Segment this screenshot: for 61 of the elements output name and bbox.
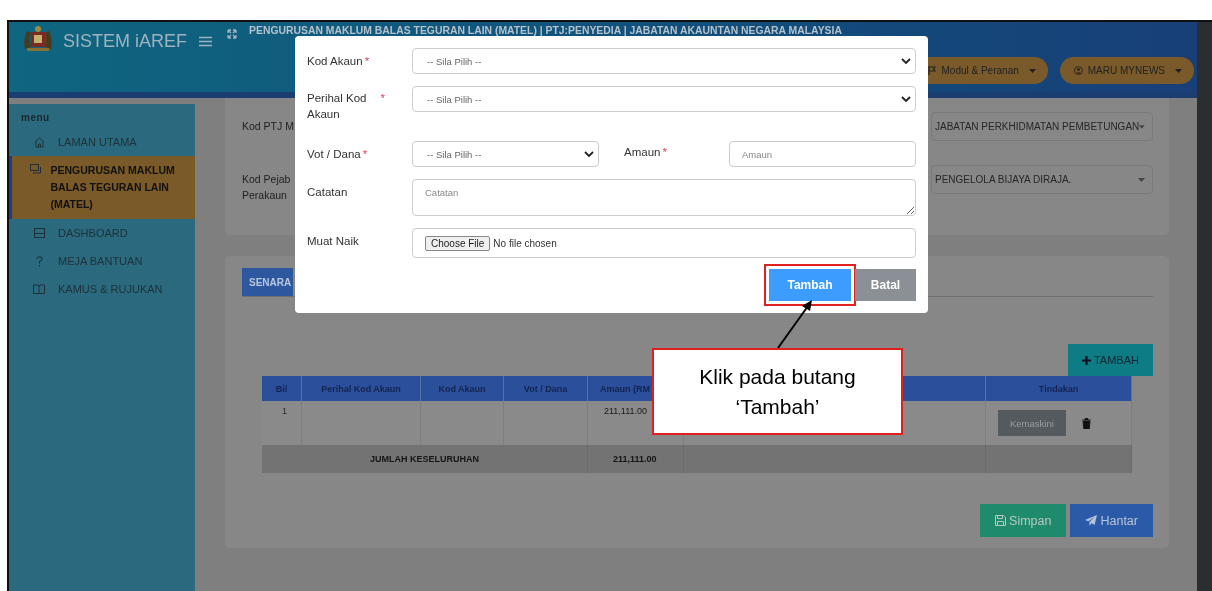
add-button[interactable]: TAMBAH [1067, 344, 1153, 376]
field-label: Catatan [307, 185, 349, 200]
callout-note: Klik pada butang ‘Tambah’ [652, 348, 903, 435]
sidebar-heading: menu [20, 111, 51, 125]
field-label: Kod Pejab Perakaun [242, 172, 292, 203]
select-field[interactable]: -- Sila Pilih -- [412, 141, 599, 167]
field-label: Amaun * [624, 145, 668, 158]
total-label: JUMLAH KESELURUHAN [262, 445, 588, 473]
book-icon [33, 284, 45, 294]
field-label: Vot / Dana * [307, 147, 369, 162]
choose-file-button[interactable]: Choose File [425, 235, 491, 251]
home-icon [33, 136, 45, 148]
caret-icon [1139, 124, 1145, 129]
page-title: PENGURUSAN MAKLUM BALAS TEGURAN LAIN (MATEL) | PTJ:PENYEDIA | JABATAN AKAUNTAN NEGARA MALAYSIA [249, 25, 842, 36]
delete-icon[interactable] [1081, 417, 1091, 429]
chevron-icon [901, 58, 911, 64]
caret-icon [1138, 177, 1145, 182]
flag-icon [928, 66, 937, 75]
field-label: Kod Akaun * [307, 54, 371, 69]
fullscreen-icon[interactable] [227, 29, 237, 39]
paper-plane-icon [1085, 515, 1098, 526]
windows-icon [29, 164, 42, 174]
chevron-icon [901, 96, 911, 102]
send-button[interactable]: Hantar [1070, 504, 1153, 537]
amount-field[interactable]: Amaun [729, 141, 916, 167]
plus-icon [1081, 355, 1091, 365]
question-icon [35, 255, 43, 267]
select-field[interactable]: -- Sila Pilih -- [412, 48, 916, 74]
select-field[interactable]: PENGELOLA BIJAYA DIRAJA. [931, 165, 1153, 194]
cancel-button[interactable]: Batal [855, 269, 916, 301]
user-icon [1073, 66, 1083, 75]
column-header: Perihal Kod Akaun [301, 376, 421, 401]
sidebar-item[interactable]: PENGURUSAN MAKLUM BALAS TEGURAN LAIN (MATEL) [9, 156, 195, 219]
select-field[interactable]: JABATAN PERKHIDMATAN PEMBETUNGAN [931, 112, 1153, 141]
floppy-icon [995, 515, 1007, 526]
sidebar-item[interactable]: MEJA BANTUAN [9, 247, 195, 275]
column-header: Tindakan [985, 376, 1132, 401]
column-header: Bil [262, 376, 302, 401]
table-cell: 1 [262, 401, 302, 445]
chevron-icon [584, 151, 594, 157]
save-button[interactable]: Simpan [980, 504, 1067, 537]
header-menu-button[interactable]: MARU MYNEWS [1059, 57, 1194, 84]
column-header: Kod Akaun [420, 376, 504, 401]
caret-icon [1028, 68, 1036, 73]
sidebar-item[interactable]: KAMUS & RUJUKAN [9, 275, 195, 303]
field-label: Kod PTJ M [242, 119, 294, 134]
edit-button[interactable]: Kemaskini [998, 410, 1066, 436]
app-name: SISTEM iAREF [63, 31, 187, 52]
column-header: Vot / Dana [503, 376, 588, 401]
field-label: Perihal Kod Akaun * [307, 91, 386, 122]
list-tab[interactable]: SENARA [242, 268, 293, 296]
total-amount: 211,111.00 [587, 445, 684, 473]
select-field[interactable]: -- Sila Pilih -- [412, 86, 916, 112]
notes-field[interactable]: Catatan [412, 179, 916, 216]
sidebar-item[interactable]: DASHBOARD [9, 219, 195, 247]
caret-icon [1175, 68, 1182, 73]
dashboard-icon [33, 228, 45, 238]
menu-icon[interactable] [199, 36, 212, 47]
sidebar-item[interactable]: LAMAN UTAMA [9, 128, 195, 156]
file-upload-field[interactable]: Choose File No file chosen [412, 228, 916, 258]
field-label: Muat Naik [307, 234, 360, 249]
